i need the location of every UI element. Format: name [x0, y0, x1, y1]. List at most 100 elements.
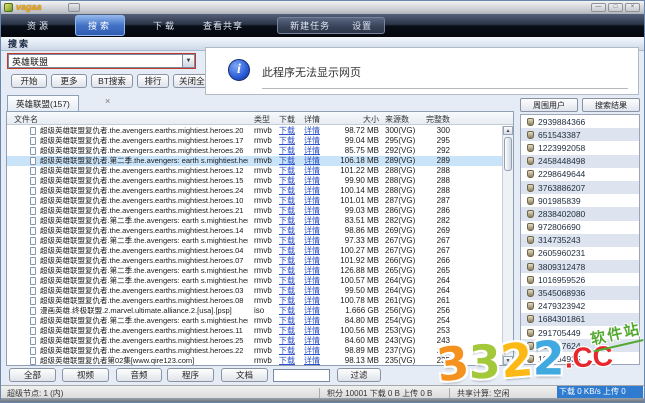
user-list-item[interactable]: 413247624 — [521, 339, 639, 352]
details-link[interactable]: 详情 — [304, 256, 320, 266]
col-sources[interactable]: 来源数 — [385, 114, 409, 125]
details-link[interactable]: 详情 — [304, 326, 320, 336]
settings-button[interactable]: 设置 — [352, 19, 372, 32]
user-list-item[interactable]: 1016959526 — [521, 273, 639, 286]
table-row[interactable]: 超级英雄联盟复仇者.第二季.the.avengers: earth s.migh… — [7, 216, 502, 226]
filter-program-button[interactable]: 程序 — [167, 368, 214, 382]
details-link[interactable]: 详情 — [304, 126, 320, 136]
table-row[interactable]: 超级英雄联盟复仇者.the.avengers.earths.mightiest.… — [7, 346, 502, 356]
download-link[interactable]: 下载 — [279, 146, 295, 156]
download-link[interactable]: 下载 — [279, 276, 295, 286]
user-list-item[interactable]: 2838402080 — [521, 207, 639, 220]
user-list-item[interactable]: 1223992058 — [521, 141, 639, 154]
table-row[interactable]: 超级英雄联盟复仇者.the.avengers.earths.mightiest.… — [7, 336, 502, 346]
table-row[interactable]: 超级英雄联盟复仇者.the.avengers.earths.mightiest.… — [7, 146, 502, 156]
download-link[interactable]: 下载 — [279, 286, 295, 296]
download-link[interactable]: 下载 — [279, 236, 295, 246]
download-link[interactable]: 下载 — [279, 206, 295, 216]
download-link[interactable]: 下载 — [279, 256, 295, 266]
search-query[interactable]: 英雄联盟 — [8, 54, 182, 68]
details-link[interactable]: 详情 — [304, 146, 320, 156]
details-link[interactable]: 详情 — [304, 236, 320, 246]
details-link[interactable]: 详情 — [304, 176, 320, 186]
filter-video-button[interactable]: 视频 — [62, 368, 109, 382]
table-row[interactable]: 超级英雄联盟复仇者.the.avengers.earths.mightiest.… — [7, 226, 502, 236]
download-link[interactable]: 下载 — [279, 136, 295, 146]
details-link[interactable]: 详情 — [304, 336, 320, 346]
table-row[interactable]: 超级英雄联盟复仇者.the.avengers.earths.mightiest.… — [7, 246, 502, 256]
download-link[interactable]: 下载 — [279, 346, 295, 356]
details-link[interactable]: 详情 — [304, 136, 320, 146]
col-details[interactable]: 详情 — [304, 114, 320, 125]
new-task-button[interactable]: 新建任务 — [290, 19, 330, 32]
details-link[interactable]: 详情 — [304, 216, 320, 226]
details-link[interactable]: 详情 — [304, 196, 320, 206]
user-list-item[interactable]: 972806690 — [521, 221, 639, 234]
table-row[interactable]: 超级英雄联盟复仇者.第二季.the.avengers: earth s.migh… — [7, 156, 502, 166]
filter-audio-button[interactable]: 音频 — [116, 368, 162, 382]
download-link[interactable]: 下载 — [279, 336, 295, 346]
tab-resources[interactable]: 资源 — [27, 19, 51, 32]
result-tab[interactable]: 英雄联盟(157) — [7, 95, 79, 112]
download-link[interactable]: 下载 — [279, 166, 295, 176]
table-row[interactable]: 超级英雄联盟复仇者.the.avengers.earths.mightiest.… — [7, 256, 502, 266]
user-list-item[interactable]: 901985839 — [521, 194, 639, 207]
download-link[interactable]: 下载 — [279, 186, 295, 196]
close-icon[interactable]: × — [105, 97, 110, 106]
download-link[interactable]: 下载 — [279, 196, 295, 206]
table-row[interactable]: 超级英雄联盟复仇者.第二季.the.avengers: earth s.migh… — [7, 316, 502, 326]
search-combobox[interactable]: 英雄联盟 ▼ — [7, 53, 196, 69]
tab-view-shared[interactable]: 查看共享 — [203, 19, 243, 32]
tab-download[interactable]: 下载 — [153, 19, 177, 32]
maximize-button[interactable]: □ — [608, 3, 623, 12]
details-link[interactable]: 详情 — [304, 296, 320, 306]
close-button[interactable]: × — [625, 3, 640, 12]
minimize-button[interactable]: — — [591, 3, 606, 12]
user-list-item[interactable]: 2605960231 — [521, 247, 639, 260]
user-list-item[interactable]: 106384935 — [521, 352, 639, 365]
bt-search-button[interactable]: BT搜索 — [91, 74, 133, 88]
col-filename[interactable]: 文件名 — [14, 114, 38, 125]
table-row[interactable]: 漫画英雄.终极联盟.2.marvel.ultimate.alliance.2.[… — [7, 306, 502, 316]
download-link[interactable]: 下载 — [279, 226, 295, 236]
table-row[interactable]: 超级英雄联盟复仇者.the.avengers.earths.mightiest.… — [7, 206, 502, 216]
download-link[interactable]: 下载 — [279, 216, 295, 226]
user-list-item[interactable]: 291705449 — [521, 326, 639, 339]
table-row[interactable]: 超级英雄联盟复仇者.第二季.the.avengers: earth s.migh… — [7, 266, 502, 276]
scrollbar-thumb[interactable] — [504, 137, 512, 171]
user-list-item[interactable]: 2458448498 — [521, 155, 639, 168]
user-list-item[interactable]: 3763886207 — [521, 181, 639, 194]
details-link[interactable]: 详情 — [304, 276, 320, 286]
ranking-button[interactable]: 排行 — [137, 74, 169, 88]
details-link[interactable]: 详情 — [304, 306, 320, 316]
download-link[interactable]: 下载 — [279, 156, 295, 166]
search-results-button[interactable]: 搜索结果 — [582, 98, 640, 112]
download-link[interactable]: 下载 — [279, 266, 295, 276]
details-link[interactable]: 详情 — [304, 346, 320, 356]
table-row[interactable]: 超级英雄联盟复仇者.the.avengers.earths.mightiest.… — [7, 326, 502, 336]
details-link[interactable]: 详情 — [304, 316, 320, 326]
table-row[interactable]: 超级英雄联盟复仇者.the.avengers.earths.mightiest.… — [7, 176, 502, 186]
download-link[interactable]: 下载 — [279, 296, 295, 306]
user-list-item[interactable]: 3809312478 — [521, 260, 639, 273]
user-list-item[interactable]: 1684301861 — [521, 313, 639, 326]
details-link[interactable]: 详情 — [304, 206, 320, 216]
download-link[interactable]: 下载 — [279, 316, 295, 326]
col-type[interactable]: 类型 — [254, 114, 270, 125]
download-link[interactable]: 下载 — [279, 306, 295, 316]
download-link[interactable]: 下载 — [279, 246, 295, 256]
details-link[interactable]: 详情 — [304, 226, 320, 236]
user-list-item[interactable]: 314735243 — [521, 234, 639, 247]
table-row[interactable]: 超级英雄联盟复仇者.the.avengers.earths.mightiest.… — [7, 186, 502, 196]
table-row[interactable]: 超级英雄联盟复仇者第02集[www.qire123.com]rmvb下载详情98… — [7, 356, 502, 365]
start-button[interactable]: 开始 — [11, 74, 47, 88]
details-link[interactable]: 详情 — [304, 166, 320, 176]
download-link[interactable]: 下载 — [279, 356, 295, 365]
filter-input[interactable] — [273, 369, 330, 382]
details-link[interactable]: 详情 — [304, 286, 320, 296]
user-list-item[interactable]: 2479323942 — [521, 300, 639, 313]
nearby-users-button[interactable]: 周围用户 — [520, 98, 578, 112]
tab-search[interactable]: 搜索 — [75, 15, 125, 36]
user-list-item[interactable]: 3545068936 — [521, 286, 639, 299]
scroll-down-icon[interactable]: ▼ — [503, 356, 513, 365]
